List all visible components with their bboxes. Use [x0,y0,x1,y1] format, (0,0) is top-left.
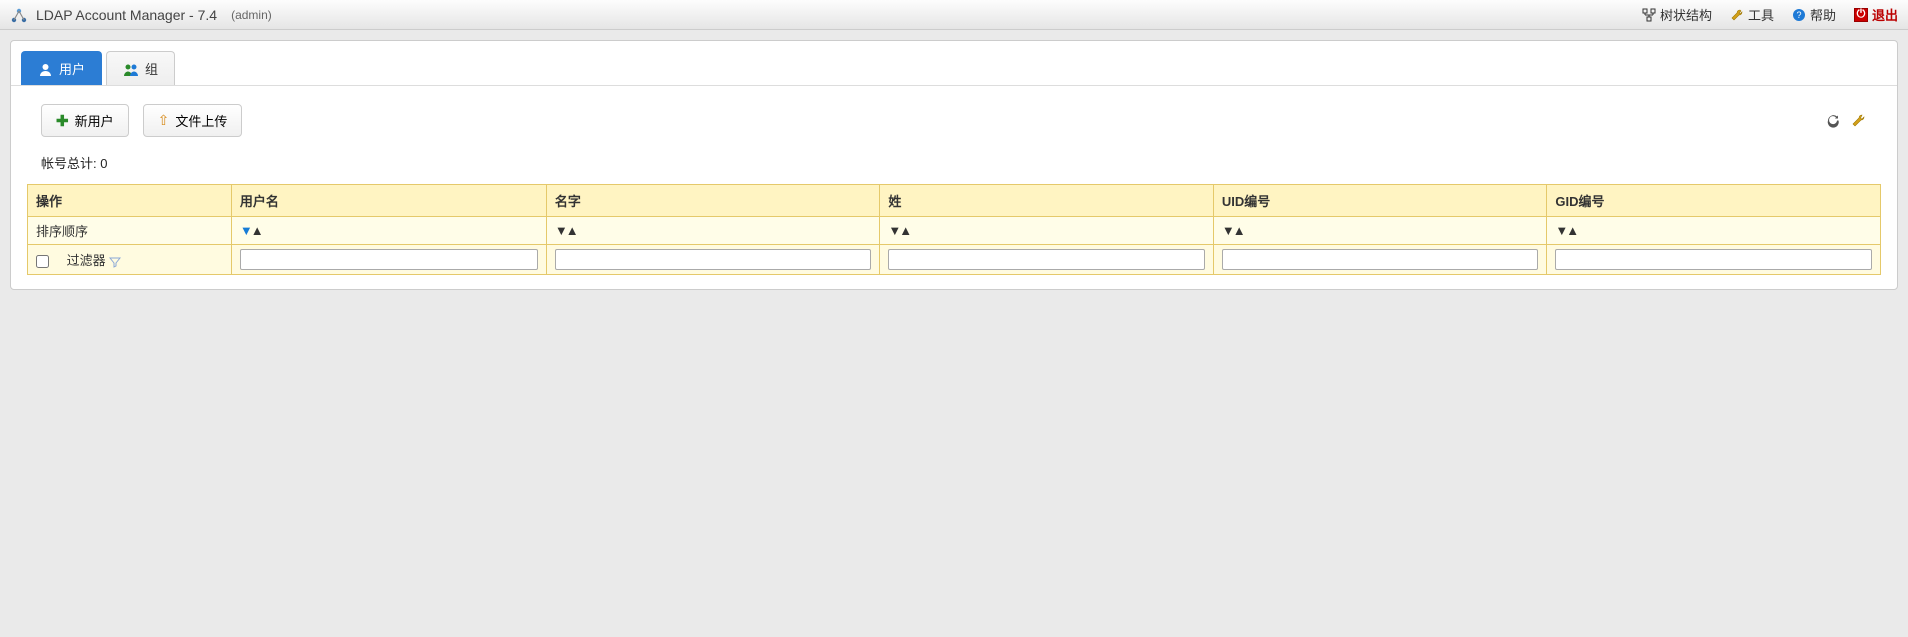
col-header-username[interactable]: 用户名 [231,185,546,217]
sort-username[interactable]: ▼▲ [240,223,262,238]
user-table: 操作 用户名 名字 姓 UID编号 GID编号 排序顺序 ▼▲ [27,184,1881,275]
app-title: LDAP Account Manager - 7.4 [36,7,217,23]
sort-asc-icon: ▲ [566,223,577,238]
nav-tools-label: 工具 [1748,5,1774,24]
filter-username-input[interactable] [240,249,538,270]
sort-gid[interactable]: ▼▲ [1555,223,1577,238]
sort-desc-icon: ▼ [888,223,899,238]
filter-gid-input[interactable] [1555,249,1872,270]
topbar-left: LDAP Account Manager - 7.4 (admin) [10,6,272,24]
filter-uid-input[interactable] [1222,249,1539,270]
main-wrap: 用户 组 ✚ 新用户 ⇧ 文件上传 [0,30,1908,300]
nav-tools[interactable]: 工具 [1730,5,1774,24]
plus-icon: ✚ [56,112,69,130]
nav-tree-view[interactable]: 树状结构 [1642,5,1712,24]
col-header-gid[interactable]: GID编号 [1547,185,1881,217]
user-icon [38,60,53,77]
svg-text:?: ? [1796,10,1801,20]
sort-asc-icon: ▲ [899,223,910,238]
sort-uid[interactable]: ▼▲ [1222,223,1244,238]
nav-help[interactable]: ? 帮助 [1792,5,1836,24]
group-icon [123,60,139,77]
tab-users-label: 用户 [59,59,85,78]
account-count: 帐号总计: 0 [11,147,1897,184]
nav-help-label: 帮助 [1810,5,1836,24]
col-header-uid[interactable]: UID编号 [1213,185,1547,217]
help-icon: ? [1792,7,1806,23]
sort-row: 排序顺序 ▼▲ ▼▲ ▼ [28,217,1881,245]
sort-desc-icon: ▼ [555,223,566,238]
action-icons-right [1825,112,1867,130]
col-header-lastname[interactable]: 姓 [880,185,1214,217]
refresh-button[interactable] [1825,112,1842,130]
tab-groups[interactable]: 组 [106,51,175,85]
nav-logout[interactable]: ⏻ 退出 [1854,5,1898,24]
upload-icon: ⇧ [158,112,170,129]
filter-row: 过滤器 [28,245,1881,275]
file-upload-button[interactable]: ⇧ 文件上传 [143,104,243,137]
table-wrap: 操作 用户名 名字 姓 UID编号 GID编号 排序顺序 ▼▲ [11,184,1897,289]
tree-icon [1642,7,1656,23]
col-header-action[interactable]: 操作 [28,185,232,217]
wrench-icon [1730,7,1744,23]
sort-asc-icon: ▲ [1566,223,1577,238]
action-row: ✚ 新用户 ⇧ 文件上传 [11,86,1897,147]
file-upload-label: 文件上传 [175,111,227,130]
new-user-button[interactable]: ✚ 新用户 [41,104,129,137]
new-user-label: 新用户 [75,111,114,130]
sort-asc-icon: ▲ [1233,223,1244,238]
sort-lastname[interactable]: ▼▲ [888,223,910,238]
sort-firstname[interactable]: ▼▲ [555,223,577,238]
settings-button[interactable] [1850,112,1867,130]
sort-desc-icon: ▼ [240,223,251,238]
col-header-firstname[interactable]: 名字 [546,185,880,217]
admin-label: (admin) [231,8,272,22]
count-label-text: 帐号总计: [41,156,97,171]
power-icon: ⏻ [1854,8,1868,22]
nav-logout-label: 退出 [1872,5,1898,24]
sort-asc-icon: ▲ [251,223,262,238]
sort-label-cell: 排序顺序 [28,217,232,245]
filter-lastname-input[interactable] [888,249,1205,270]
topbar-right: 树状结构 工具 ? 帮助 ⏻ 退出 [1642,5,1898,24]
lam-logo-icon [10,6,28,24]
filter-icon [109,253,121,268]
filter-firstname-input[interactable] [555,249,872,270]
tabs: 用户 组 [11,41,1897,86]
main-panel: 用户 组 ✚ 新用户 ⇧ 文件上传 [10,40,1898,290]
sort-desc-icon: ▼ [1555,223,1566,238]
nav-tree-label: 树状结构 [1660,5,1712,24]
tab-users[interactable]: 用户 [21,51,102,85]
filter-label-text: 过滤器 [67,253,106,268]
filter-label-cell: 过滤器 [28,245,232,275]
header-row: 操作 用户名 名字 姓 UID编号 GID编号 [28,185,1881,217]
topbar: LDAP Account Manager - 7.4 (admin) 树状结构 … [0,0,1908,30]
tab-groups-label: 组 [145,59,158,78]
sort-desc-icon: ▼ [1222,223,1233,238]
select-all-checkbox[interactable] [36,255,49,268]
count-value: 0 [100,156,107,171]
